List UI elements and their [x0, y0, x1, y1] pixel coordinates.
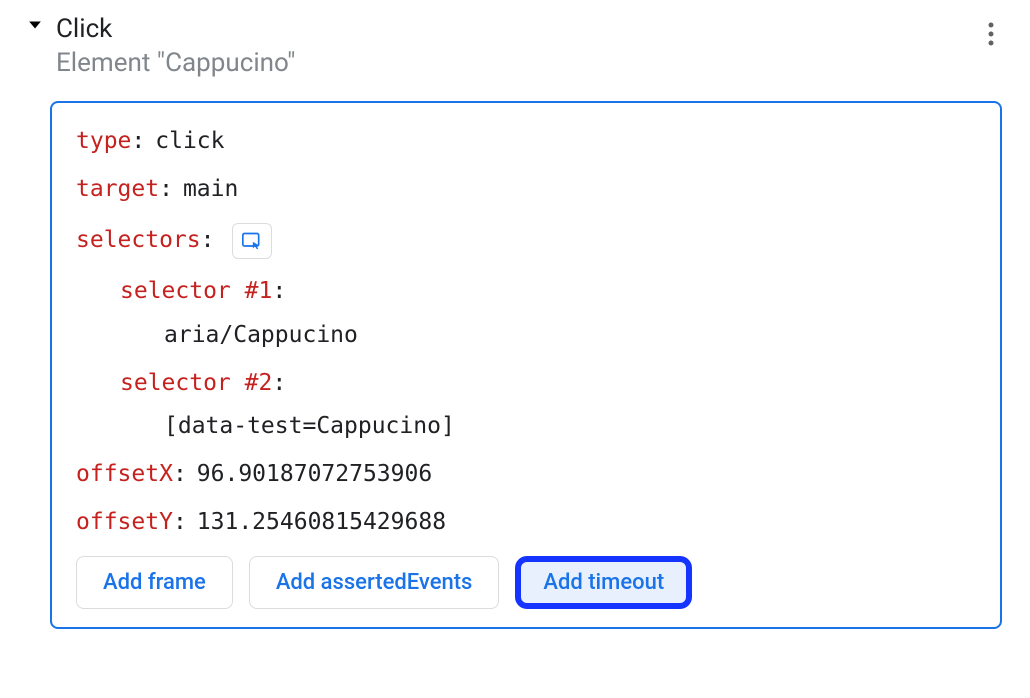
step-header-text: Click Element "Cappucino" [56, 14, 295, 81]
selector-1-label-row: selector #1: [120, 277, 976, 307]
step-title: Click [56, 14, 295, 45]
target-row: target: main [76, 175, 976, 205]
offsetx-key: offsetX [76, 460, 173, 490]
selector-2-value[interactable]: [data-test=Cappucino] [164, 412, 976, 442]
target-value[interactable]: main [183, 175, 238, 205]
offsety-row: offsetY: 131.25460815429688 [76, 508, 976, 538]
selector-1-group: selector #1: aria/Cappucino [120, 277, 976, 351]
selectors-key: selectors [76, 226, 201, 256]
expand-collapse-caret[interactable] [28, 18, 42, 32]
step-details-panel: type: click target: main selectors: sele… [50, 101, 1002, 629]
element-picker-icon [242, 232, 262, 250]
more-options-button[interactable] [982, 16, 1000, 52]
selectors-row: selectors: [76, 223, 976, 259]
selector-1-label: selector #1 [120, 278, 272, 304]
add-asserted-events-button[interactable]: Add assertedEvents [249, 556, 500, 609]
type-key: type [76, 127, 131, 157]
kebab-icon [988, 22, 994, 46]
offsetx-row: offsetX: 96.90187072753906 [76, 460, 976, 490]
caret-down-icon [28, 18, 42, 32]
step-header: Click Element "Cappucino" [10, 10, 1020, 89]
type-row: type: click [76, 127, 976, 157]
offsety-value[interactable]: 131.25460815429688 [197, 508, 446, 538]
step-container: Click Element "Cappucino" type: click ta… [10, 10, 1020, 629]
add-frame-button[interactable]: Add frame [76, 556, 233, 609]
select-element-button[interactable] [232, 223, 272, 259]
selector-2-label: selector #2 [120, 370, 272, 396]
step-subtitle: Element "Cappucino" [56, 47, 295, 81]
type-value[interactable]: click [155, 127, 224, 157]
selector-2-group: selector #2: [data-test=Cappucino] [120, 369, 976, 443]
add-timeout-button[interactable]: Add timeout [515, 556, 692, 609]
selector-1-value[interactable]: aria/Cappucino [164, 321, 976, 351]
selector-2-label-row: selector #2: [120, 369, 976, 399]
action-button-row: Add frame Add assertedEvents Add timeout [76, 556, 976, 609]
offsety-key: offsetY [76, 508, 173, 538]
offsetx-value[interactable]: 96.90187072753906 [197, 460, 432, 490]
target-key: target [76, 175, 159, 205]
